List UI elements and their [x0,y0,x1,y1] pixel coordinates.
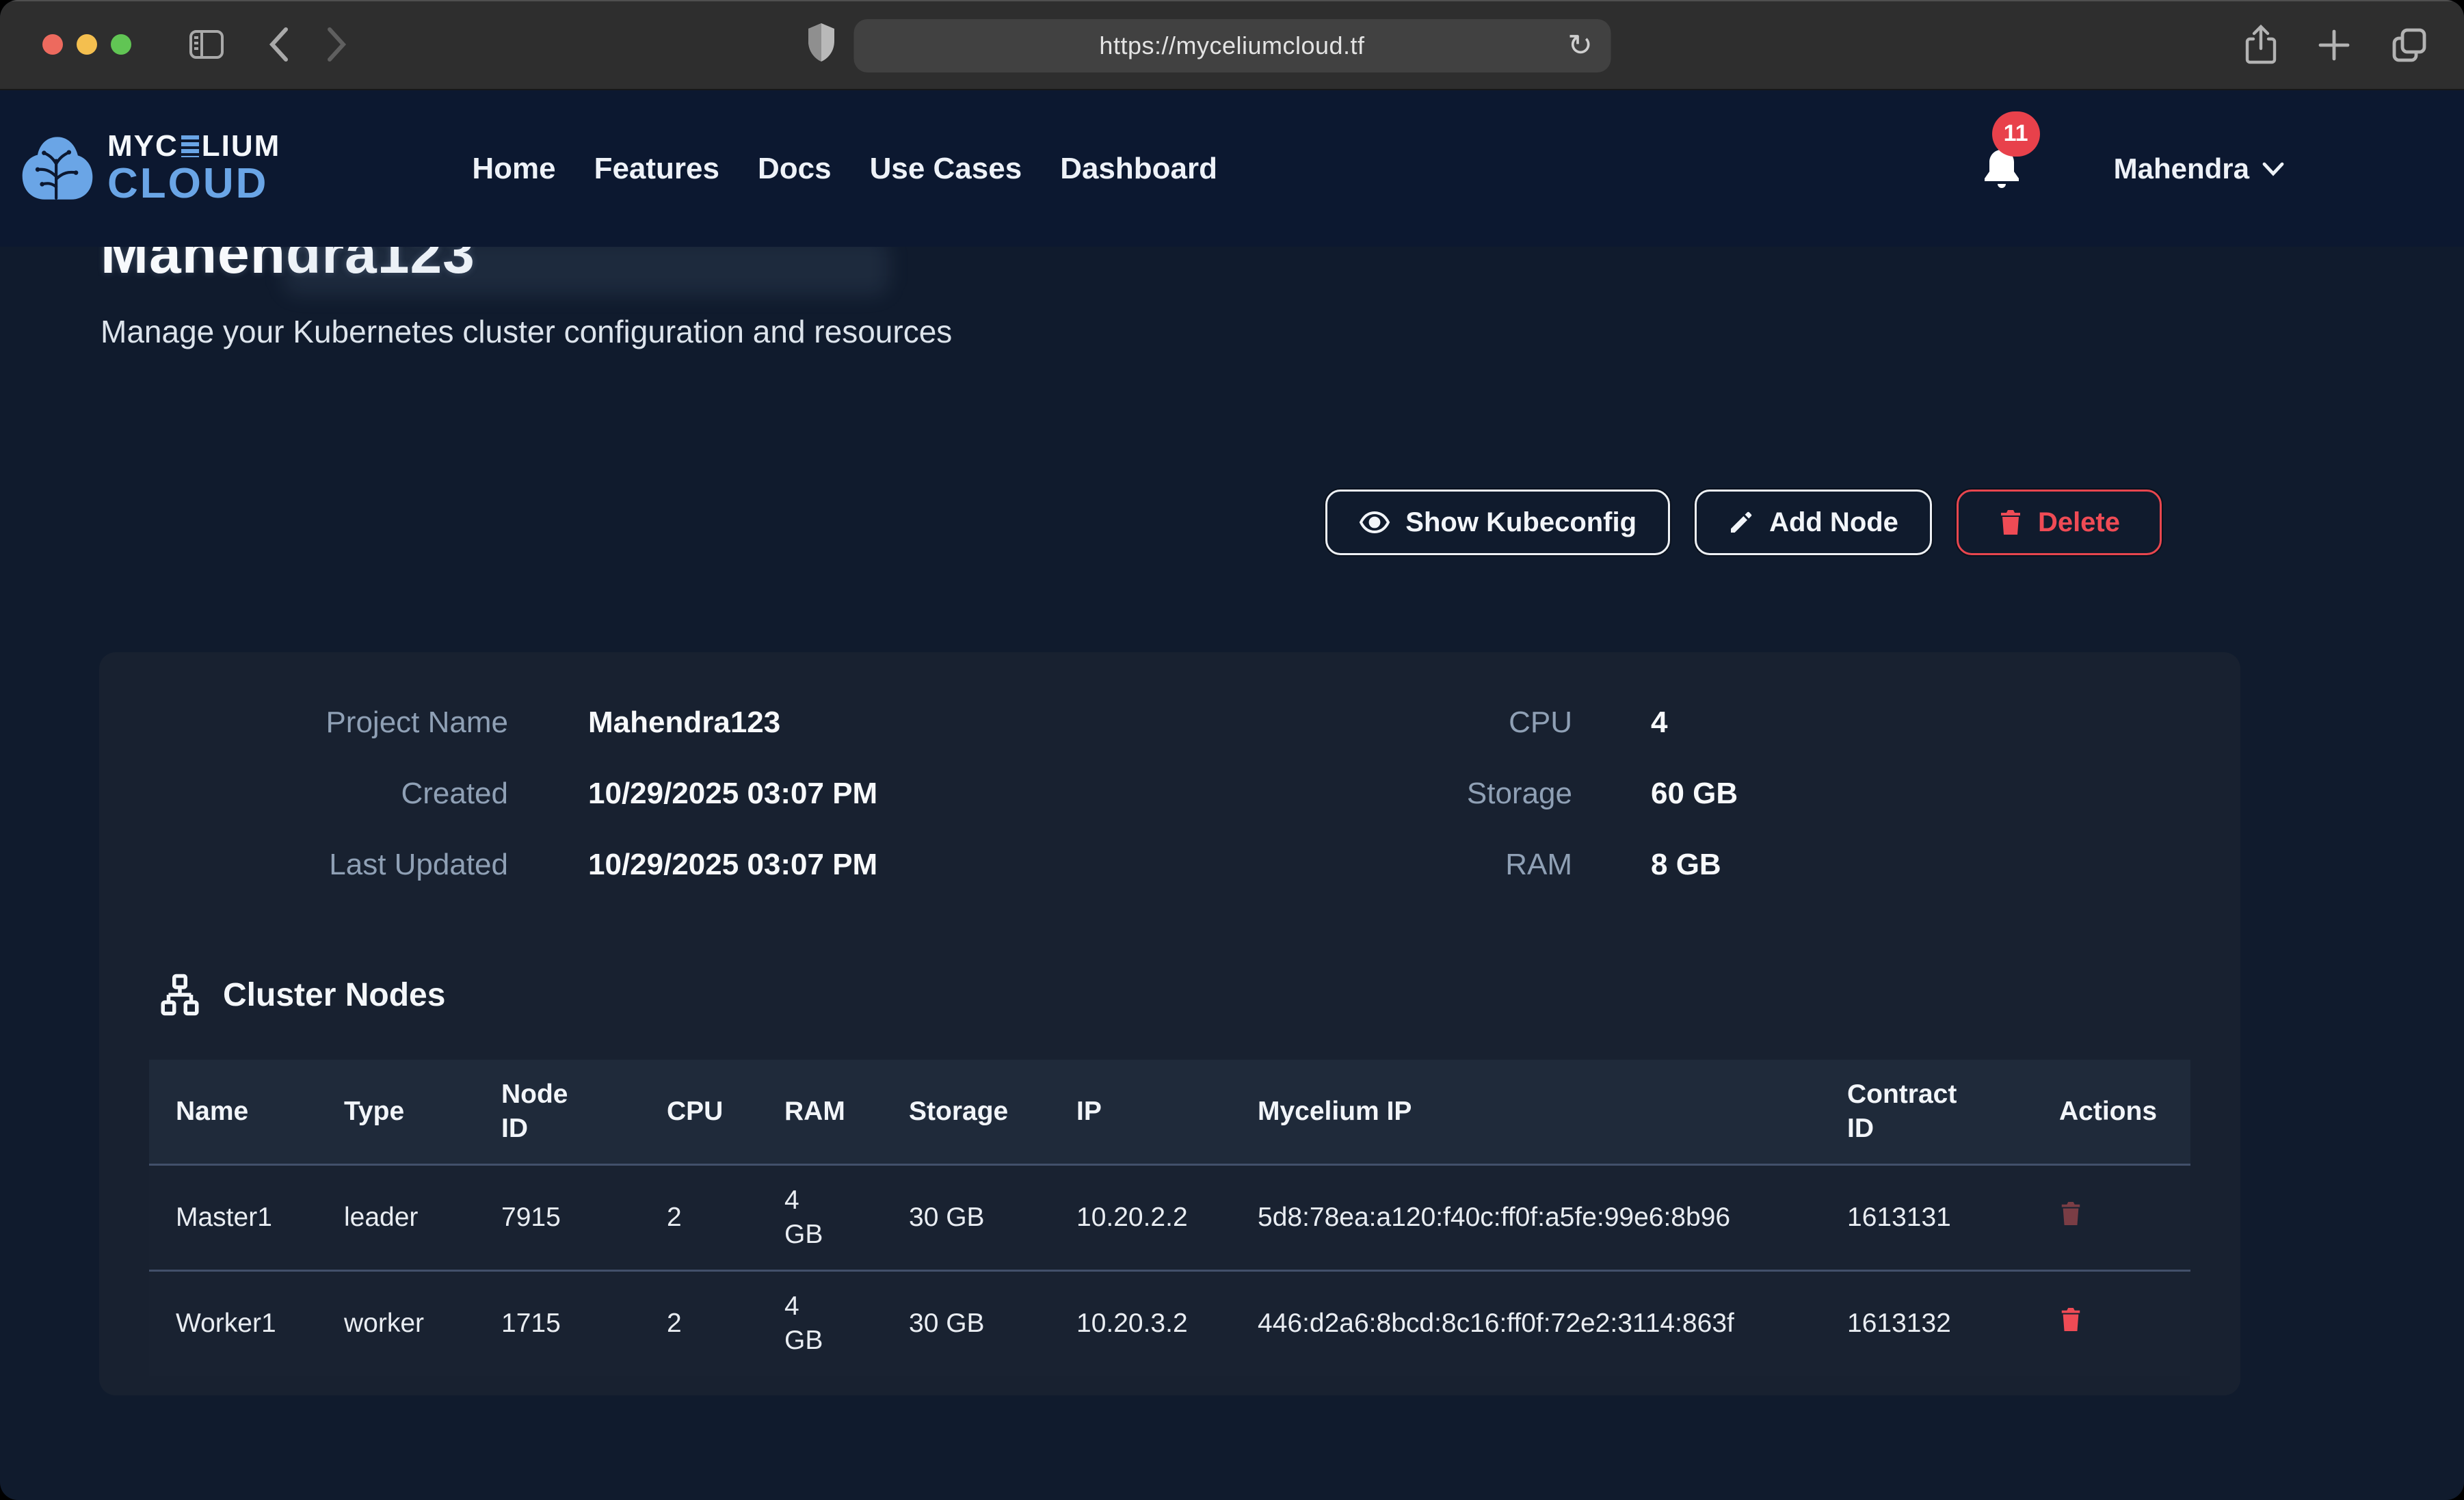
cell-name: Worker1 [149,1271,344,1376]
reload-icon[interactable]: ↻ [1567,31,1593,61]
cell-cpu: 2 [667,1271,784,1376]
nav-item-docs[interactable]: Docs [758,152,832,186]
cell-node-id: 1715 [501,1271,667,1376]
add-node-button[interactable]: Add Node [1695,490,1932,555]
eye-icon [1359,511,1390,534]
col-name: Name [149,1060,344,1165]
delete-node-button[interactable] [2059,1306,2082,1335]
delete-cluster-button[interactable]: Delete [1957,490,2162,555]
tab-overview-icon[interactable] [2390,26,2428,64]
col-ip: IP [1076,1060,1258,1165]
created-label: Created [99,778,508,809]
user-name: Mahendra [2114,152,2249,185]
nav-item-dashboard[interactable]: Dashboard [1060,152,1217,186]
cpu-label: CPU [1260,707,1572,738]
cell-actions [2059,1271,2190,1376]
delete-node-button[interactable] [2059,1200,2082,1229]
created-value: 10/29/2025 03:07 PM [508,778,1260,809]
cell-ip: 10.20.2.2 [1076,1165,1258,1271]
project-name-label: Project Name [99,707,508,738]
notification-badge: 11 [1992,111,2040,157]
cloud-logo-icon [17,131,98,207]
col-contract-id: Contract ID [1847,1060,2059,1165]
last-updated-label: Last Updated [99,849,508,881]
nav-links: Home Features Docs Use Cases Dashboard [472,152,1217,186]
stylized-e-glyph [181,135,199,157]
cell-mycelium-ip: 446:d2a6:8bcd:8c16:ff0f:72e2:3114:863f [1258,1271,1847,1376]
col-cpu: CPU [667,1060,784,1165]
cell-storage: 30 GB [909,1165,1076,1271]
table-row: Worker1 worker 1715 2 4 GB 30 GB 10.20.3… [149,1271,2190,1376]
col-ram: RAM [784,1060,909,1165]
new-tab-icon[interactable] [2316,27,2352,63]
cluster-detail-panel: Project Name Mahendra123 CPU 4 Created 1… [99,652,2240,1395]
cluster-actions: Show Kubeconfig Add Node Delete [99,490,2162,555]
table-header-row: Name Type Node ID CPU RAM Storage IP Myc… [149,1060,2190,1165]
cell-contract-id: 1613132 [1847,1271,2059,1376]
mycelium-cloud-logo[interactable]: MYCLIUM CLOUD [17,131,280,207]
last-updated-value: 10/29/2025 03:07 PM [508,849,1260,881]
cell-cpu: 2 [667,1165,784,1271]
privacy-shield-icon[interactable] [806,22,837,64]
nav-item-features[interactable]: Features [594,152,719,186]
browser-window: https://myceliumcloud.tf ↻ [0,0,2464,1500]
project-name-value: Mahendra123 [508,707,1260,738]
cell-contract-id: 1613131 [1847,1165,2059,1271]
nav-item-use-cases[interactable]: Use Cases [870,152,1022,186]
show-kubeconfig-button[interactable]: Show Kubeconfig [1325,490,1670,555]
cluster-nodes-table: Name Type Node ID CPU RAM Storage IP Myc… [149,1060,2190,1376]
page-subtitle: Manage your Kubernetes cluster configura… [101,313,952,350]
cell-mycelium-ip: 5d8:78ea:a120:f40c:ff0f:a5fe:99e6:8b96 [1258,1165,1847,1271]
zoom-window-button[interactable] [111,34,131,55]
cell-ram: 4 GB [784,1271,909,1376]
pencil-icon [1728,509,1754,535]
browser-chrome: https://myceliumcloud.tf ↻ [0,0,2464,90]
trash-icon [2059,1306,2082,1333]
window-controls [42,34,131,55]
trash-icon [1998,509,2023,536]
cell-type: leader [344,1165,501,1271]
minimize-window-button[interactable] [77,34,97,55]
logo-wordmark: MYCLIUM CLOUD [107,131,280,206]
cell-type: worker [344,1271,501,1376]
col-storage: Storage [909,1060,1076,1165]
sidebar-toggle-icon[interactable] [189,29,224,59]
cell-node-id: 7915 [501,1165,667,1271]
chevron-down-icon [2262,161,2285,176]
ram-value: 8 GB [1572,849,2240,881]
share-icon[interactable] [2244,24,2278,66]
cluster-nodes-icon [157,972,202,1017]
close-window-button[interactable] [42,34,63,55]
nav-item-home[interactable]: Home [472,152,555,186]
storage-label: Storage [1260,778,1572,809]
ram-label: RAM [1260,849,1572,881]
col-node-id: Node ID [501,1060,667,1165]
address-bar[interactable]: https://myceliumcloud.tf ↻ [853,19,1611,72]
col-type: Type [344,1060,501,1165]
col-actions: Actions [2059,1060,2190,1165]
cell-name: Master1 [149,1165,344,1271]
storage-value: 60 GB [1572,778,2240,809]
url-text: https://myceliumcloud.tf [1099,31,1364,60]
user-menu[interactable]: Mahendra [2114,152,2285,185]
forward-icon[interactable] [324,25,349,64]
project-info-grid: Project Name Mahendra123 CPU 4 Created 1… [99,652,2240,881]
col-mycelium-ip: Mycelium IP [1258,1060,1847,1165]
cell-ip: 10.20.3.2 [1076,1271,1258,1376]
table-row: Master1 leader 7915 2 4 GB 30 GB 10.20.2… [149,1165,2190,1271]
back-icon[interactable] [267,25,291,64]
cell-actions [2059,1165,2190,1271]
cpu-value: 4 [1572,707,2240,738]
cell-storage: 30 GB [909,1271,1076,1376]
trash-icon [2059,1200,2082,1227]
cell-ram: 4 GB [784,1165,909,1271]
cluster-nodes-title: Cluster Nodes [223,976,445,1014]
cluster-nodes-header: Cluster Nodes [157,972,2240,1017]
site-navbar: MYCLIUM CLOUD Home Features Docs Use Cas… [0,90,2464,247]
notifications-button[interactable]: 11 [1981,147,2022,191]
